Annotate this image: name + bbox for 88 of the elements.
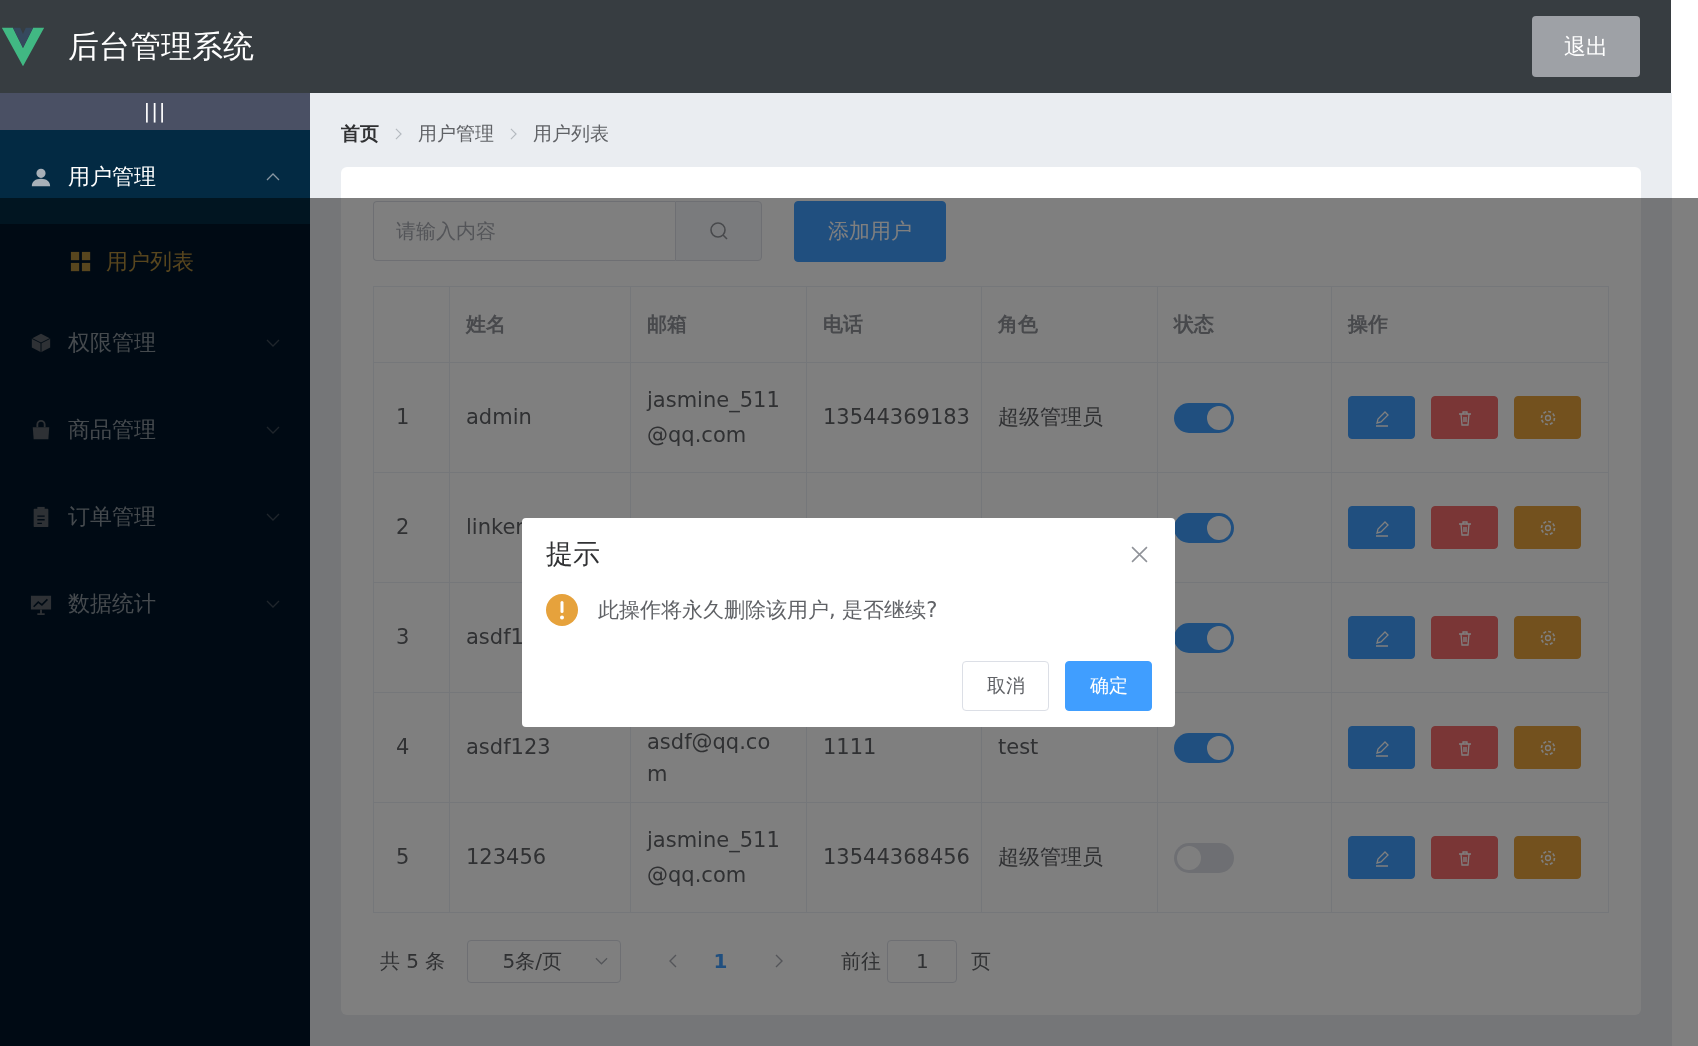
next-page-icon bbox=[775, 954, 784, 968]
page-input[interactable]: 1 bbox=[887, 939, 958, 983]
status-switch[interactable] bbox=[1174, 512, 1234, 543]
table-cell-text: 超级管理员 bbox=[998, 404, 1103, 431]
goto-label: 前往 bbox=[841, 947, 882, 975]
grid-icon bbox=[70, 250, 92, 273]
logout-button[interactable]: 退出 bbox=[1532, 16, 1640, 77]
settings-icon bbox=[1538, 518, 1557, 537]
status-switch[interactable] bbox=[1174, 622, 1234, 653]
menu-label: 数据统计 bbox=[68, 589, 157, 618]
table-cell-text: jasmine_511@qq.com bbox=[647, 826, 781, 889]
edit-button[interactable] bbox=[1348, 396, 1415, 439]
chevron-down-icon bbox=[595, 957, 609, 965]
menu-label: 权限管理 bbox=[68, 328, 157, 357]
chevron-right-icon bbox=[510, 128, 517, 140]
status-switch[interactable] bbox=[1174, 732, 1234, 763]
settings-button[interactable] bbox=[1514, 836, 1581, 879]
settings-button[interactable] bbox=[1514, 506, 1581, 549]
bag-icon bbox=[30, 418, 52, 441]
page-number[interactable]: 1 bbox=[713, 949, 728, 973]
menu-label: 订单管理 bbox=[68, 502, 157, 531]
search-button[interactable] bbox=[675, 201, 762, 261]
delete-button[interactable] bbox=[1431, 836, 1498, 879]
delete-button[interactable] bbox=[1431, 616, 1498, 659]
page-size-select[interactable]: 5条/页 bbox=[467, 939, 622, 983]
settings-icon bbox=[1538, 628, 1557, 647]
delete-button[interactable] bbox=[1431, 506, 1498, 549]
dialog-title: 提示 bbox=[546, 537, 600, 571]
chevron-up-icon bbox=[266, 173, 280, 181]
prev-page-icon bbox=[669, 954, 678, 968]
table-cell-text: 3 bbox=[396, 624, 410, 651]
edit-button[interactable] bbox=[1348, 506, 1415, 549]
table-cell-text: asdf1 bbox=[466, 624, 524, 651]
submenu-item[interactable]: 用户列表 bbox=[0, 224, 310, 299]
settings-button[interactable] bbox=[1514, 616, 1581, 659]
chevron-down-icon bbox=[266, 599, 280, 608]
collapse-toggle[interactable]: ||| bbox=[0, 93, 310, 130]
total-count: 共 5 条 bbox=[380, 947, 446, 975]
table-cell-text: 1111 bbox=[823, 734, 877, 761]
table-cell-text: 13544369183 bbox=[823, 404, 970, 431]
search-icon bbox=[708, 221, 729, 241]
breadcrumb-link[interactable]: 首页 bbox=[341, 121, 379, 147]
menu-label: 商品管理 bbox=[68, 415, 157, 444]
menu-item[interactable]: 权限管理 bbox=[0, 299, 310, 386]
cancel-button[interactable]: 取消 bbox=[962, 661, 1049, 711]
edit-button[interactable] bbox=[1348, 836, 1415, 879]
user-icon bbox=[30, 166, 52, 188]
delete-button[interactable] bbox=[1431, 396, 1498, 439]
settings-button[interactable] bbox=[1514, 396, 1581, 439]
edit-button[interactable] bbox=[1348, 726, 1415, 769]
cube-icon bbox=[30, 331, 52, 354]
table-cell-text: 超级管理员 bbox=[998, 844, 1103, 871]
menu-item[interactable]: 用户管理 bbox=[0, 130, 310, 224]
table-cell-text: admin bbox=[466, 404, 532, 431]
chevron-right-icon bbox=[395, 128, 402, 140]
table-cell-text: asdf@qq.com bbox=[647, 728, 772, 788]
close-icon[interactable] bbox=[1131, 545, 1148, 563]
warning-icon bbox=[546, 594, 578, 626]
menu-label: 用户管理 bbox=[68, 163, 157, 191]
menu-item[interactable]: 数据统计 bbox=[0, 560, 310, 647]
table-cell-text: 13544368456 bbox=[823, 844, 970, 871]
settings-icon bbox=[1538, 408, 1557, 427]
menu-item[interactable]: 订单管理 bbox=[0, 473, 310, 560]
table-cell-text: 2 bbox=[396, 514, 410, 541]
table-cell-text: 5 bbox=[396, 844, 410, 871]
confirm-button[interactable]: 确定 bbox=[1065, 661, 1152, 711]
edit-button[interactable] bbox=[1348, 616, 1415, 659]
settings-button[interactable] bbox=[1514, 726, 1581, 769]
settings-icon bbox=[1538, 738, 1557, 757]
table-cell-text: 1 bbox=[396, 404, 410, 431]
table-cell-text: linker bbox=[466, 514, 524, 541]
delete-button[interactable] bbox=[1431, 726, 1498, 769]
table-cell-text: asdf123 bbox=[466, 734, 551, 761]
table-cell-text: 4 bbox=[396, 734, 410, 761]
chevron-down-icon bbox=[266, 512, 280, 521]
add-user-button[interactable]: 添加用户 bbox=[794, 200, 946, 262]
table-cell-text: jasmine_511@qq.com bbox=[647, 386, 781, 449]
menu-label: 用户列表 bbox=[106, 247, 194, 276]
dialog-message: 此操作将永久删除该用户, 是否继续? bbox=[598, 597, 938, 624]
status-switch[interactable] bbox=[1174, 402, 1234, 433]
page-suffix: 页 bbox=[971, 947, 992, 975]
chevron-down-icon bbox=[266, 425, 280, 434]
settings-icon bbox=[1538, 848, 1557, 867]
app-title: 后台管理系统 bbox=[68, 26, 254, 66]
table-cell-text: test bbox=[998, 734, 1039, 761]
chevron-down-icon bbox=[266, 338, 280, 347]
table-cell-text: 123456 bbox=[466, 844, 547, 871]
menu-item[interactable]: 商品管理 bbox=[0, 386, 310, 473]
